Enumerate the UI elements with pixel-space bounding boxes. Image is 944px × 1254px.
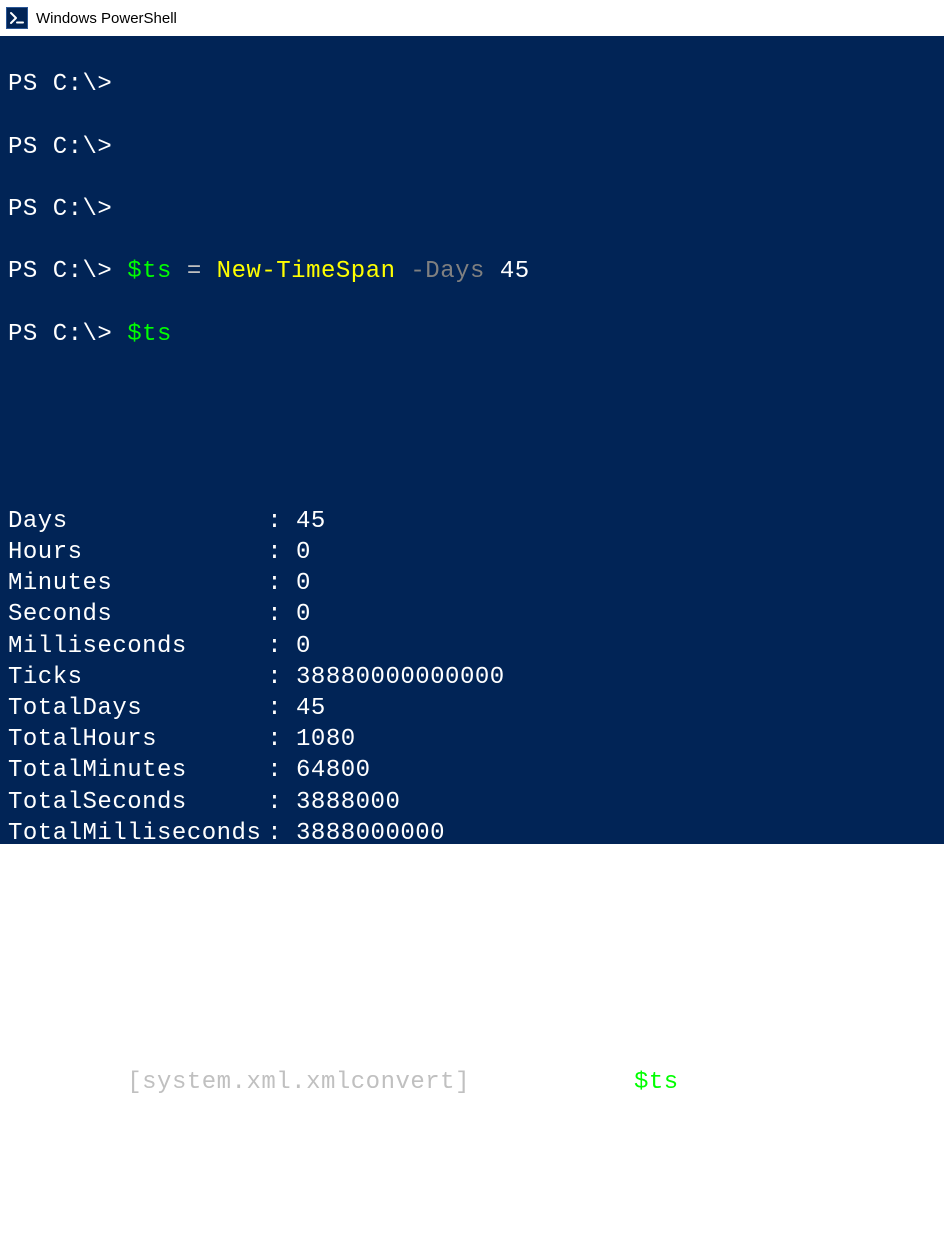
- property-value: 0: [296, 539, 311, 566]
- property-separator: :: [267, 818, 296, 849]
- property-value: 38880000000000: [296, 664, 505, 691]
- property-separator: :: [267, 506, 296, 537]
- property-value: 3888000: [296, 789, 400, 816]
- variable-token: $ts: [127, 258, 172, 285]
- property-separator: :: [267, 724, 296, 755]
- property-value: 0: [296, 570, 311, 597]
- parameter-token: -Days: [410, 258, 485, 285]
- window-title: Windows PowerShell: [36, 10, 177, 27]
- property-name: Days: [8, 506, 267, 537]
- property-row: Ticks: 38880000000000: [8, 662, 936, 693]
- property-name: Milliseconds: [8, 631, 267, 662]
- prompt: PS C:\>: [8, 196, 112, 223]
- property-separator: :: [267, 755, 296, 786]
- prompt: PS C:\>: [8, 1069, 112, 1096]
- property-name: Ticks: [8, 662, 267, 693]
- powershell-icon: [6, 7, 28, 29]
- output-text: P45D: [8, 1130, 936, 1161]
- property-value: 45: [296, 508, 326, 535]
- property-row: TotalSeconds: 3888000: [8, 787, 936, 818]
- property-separator: :: [267, 631, 296, 662]
- property-row: TotalDays: 45: [8, 693, 936, 724]
- equals-token: =: [187, 258, 202, 285]
- prompt: PS C:\>: [8, 134, 112, 161]
- property-name: TotalDays: [8, 693, 267, 724]
- property-row: Milliseconds: 0: [8, 631, 936, 662]
- property-value: 0: [296, 601, 311, 628]
- property-separator: :: [267, 787, 296, 818]
- value-token: 45: [500, 258, 530, 285]
- property-row: Days: 45: [8, 506, 936, 537]
- property-separator: :: [267, 693, 296, 724]
- property-value: 64800: [296, 757, 371, 784]
- terminal-area[interactable]: PS C:\> PS C:\> PS C:\> PS C:\> $ts = Ne…: [0, 36, 944, 844]
- prompt: PS C:\>: [8, 1194, 112, 1221]
- property-separator: :: [267, 599, 296, 630]
- cmdlet-token: New-TimeSpan: [217, 258, 396, 285]
- property-row: TotalHours: 1080: [8, 724, 936, 755]
- property-name: TotalMilliseconds: [8, 818, 267, 849]
- property-name: Seconds: [8, 599, 267, 630]
- property-name: TotalMinutes: [8, 755, 267, 786]
- property-value: 3888000000: [296, 820, 445, 847]
- property-separator: :: [267, 537, 296, 568]
- variable-token: $ts: [634, 1069, 679, 1096]
- property-list: Days: 45Hours: 0Minutes: 0Seconds: 0Mill…: [8, 506, 936, 849]
- property-value: 45: [296, 695, 326, 722]
- property-row: Hours: 0: [8, 537, 936, 568]
- prompt: PS C:\>: [8, 321, 112, 348]
- property-row: Seconds: 0: [8, 599, 936, 630]
- prompt: PS C:\>: [8, 258, 112, 285]
- property-name: TotalSeconds: [8, 787, 267, 818]
- prompt: PS C:\>: [8, 71, 112, 98]
- method-token: ToString(: [500, 1069, 634, 1096]
- property-name: TotalHours: [8, 724, 267, 755]
- variable-token: $ts: [127, 321, 172, 348]
- paren-close: ): [679, 1069, 694, 1096]
- property-row: TotalMinutes: 64800: [8, 755, 936, 786]
- property-value: 1080: [296, 726, 356, 753]
- property-row: Minutes: 0: [8, 568, 936, 599]
- type-token: [system.xml.xmlconvert]: [127, 1069, 470, 1096]
- property-name: Hours: [8, 537, 267, 568]
- property-separator: :: [267, 568, 296, 599]
- property-value: 0: [296, 633, 311, 660]
- property-row: TotalMilliseconds: 3888000000: [8, 818, 936, 849]
- operator-token: ::: [470, 1069, 500, 1096]
- title-bar[interactable]: Windows PowerShell: [0, 0, 944, 36]
- property-name: Minutes: [8, 568, 267, 599]
- property-separator: :: [267, 662, 296, 693]
